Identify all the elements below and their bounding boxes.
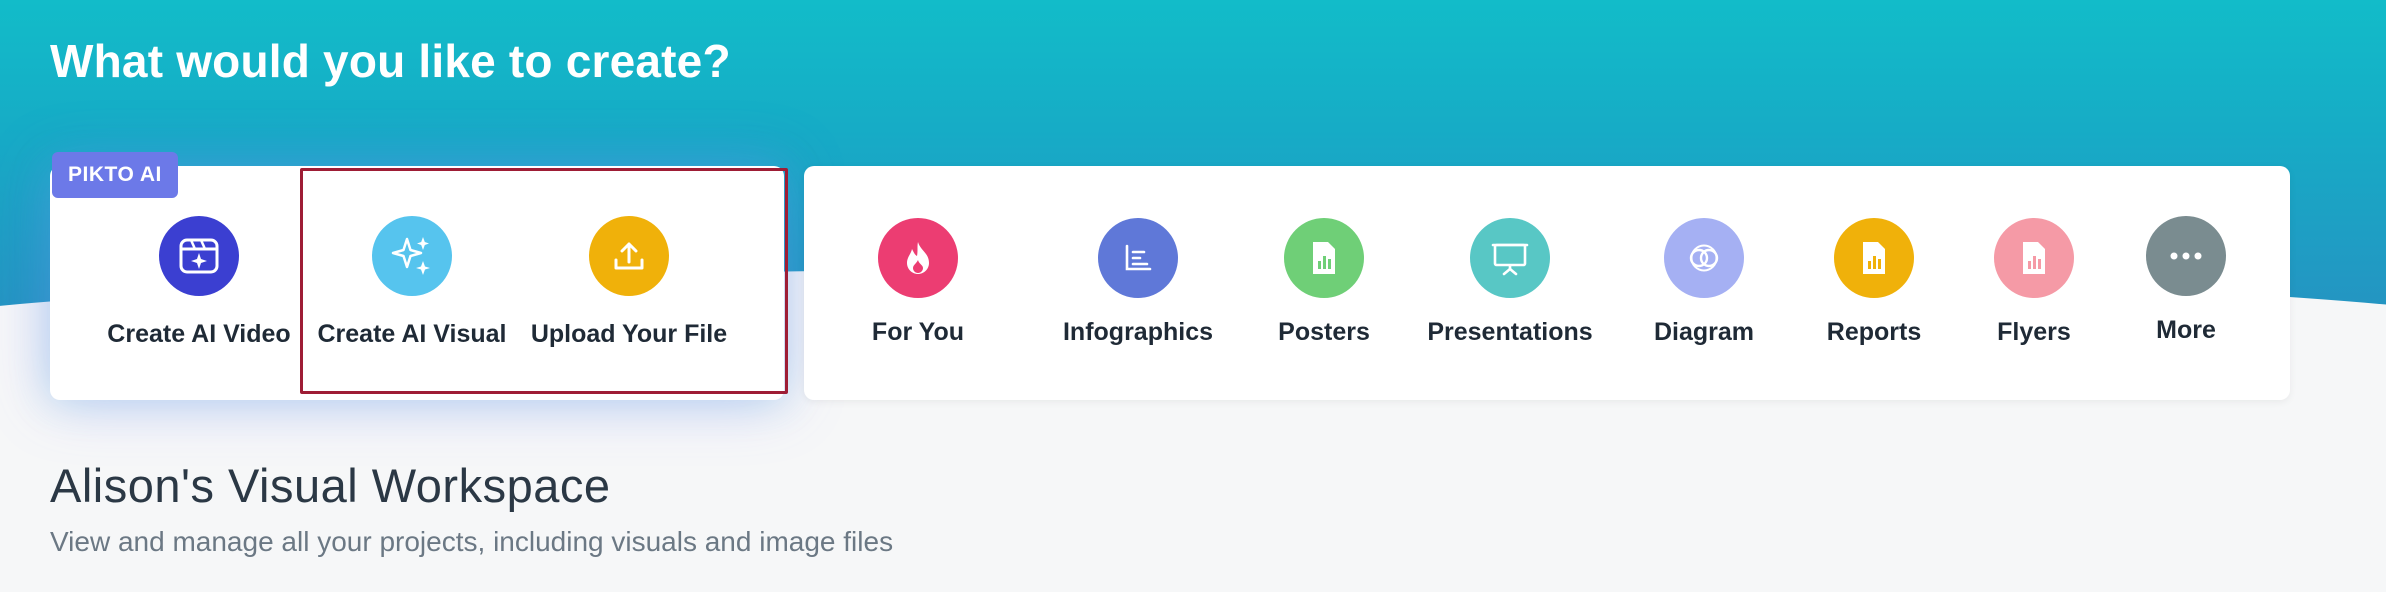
upload-your-file-label: Upload Your File [530, 320, 728, 348]
category-label: More [2156, 316, 2216, 344]
upload-icon [589, 216, 669, 296]
pikto-ai-badge: PIKTO AI [52, 152, 178, 198]
presentation-icon [1470, 218, 1550, 298]
upload-your-file-button[interactable]: Upload Your File [529, 216, 729, 349]
flame-icon [878, 218, 958, 298]
poster-icon [1284, 218, 1364, 298]
category-label: Posters [1278, 318, 1370, 346]
category-label: Presentations [1427, 318, 1593, 346]
report-icon [1834, 218, 1914, 298]
create-ai-video-label: Create AI Video [107, 320, 291, 348]
category-label: For You [871, 318, 965, 346]
create-ai-video-button[interactable]: Create AI Video [99, 216, 299, 349]
create-ai-visual-button[interactable]: Create AI Visual [312, 216, 512, 349]
page-heading: What would you like to create? [50, 35, 731, 87]
workspace-subtitle: View and manage all your projects, inclu… [50, 526, 894, 557]
diagram-icon [1664, 218, 1744, 298]
flyer-icon [1994, 218, 2074, 298]
category-label: Infographics [1062, 318, 1213, 346]
video-sparkle-icon [159, 216, 239, 296]
workspace-title: Alison's Visual Workspace [50, 459, 611, 512]
sparkles-icon [372, 216, 452, 296]
category-posters[interactable]: Posters [1224, 218, 1424, 347]
infographic-icon [1098, 218, 1178, 298]
more-icon [2146, 216, 2226, 296]
create-ai-visual-label: Create AI Visual [317, 320, 507, 348]
category-presentations[interactable]: Presentations [1410, 218, 1610, 347]
category-more[interactable]: More [2086, 216, 2286, 345]
category-for-you[interactable]: For You [818, 218, 1018, 347]
category-infographics[interactable]: Infographics [1038, 218, 1238, 347]
